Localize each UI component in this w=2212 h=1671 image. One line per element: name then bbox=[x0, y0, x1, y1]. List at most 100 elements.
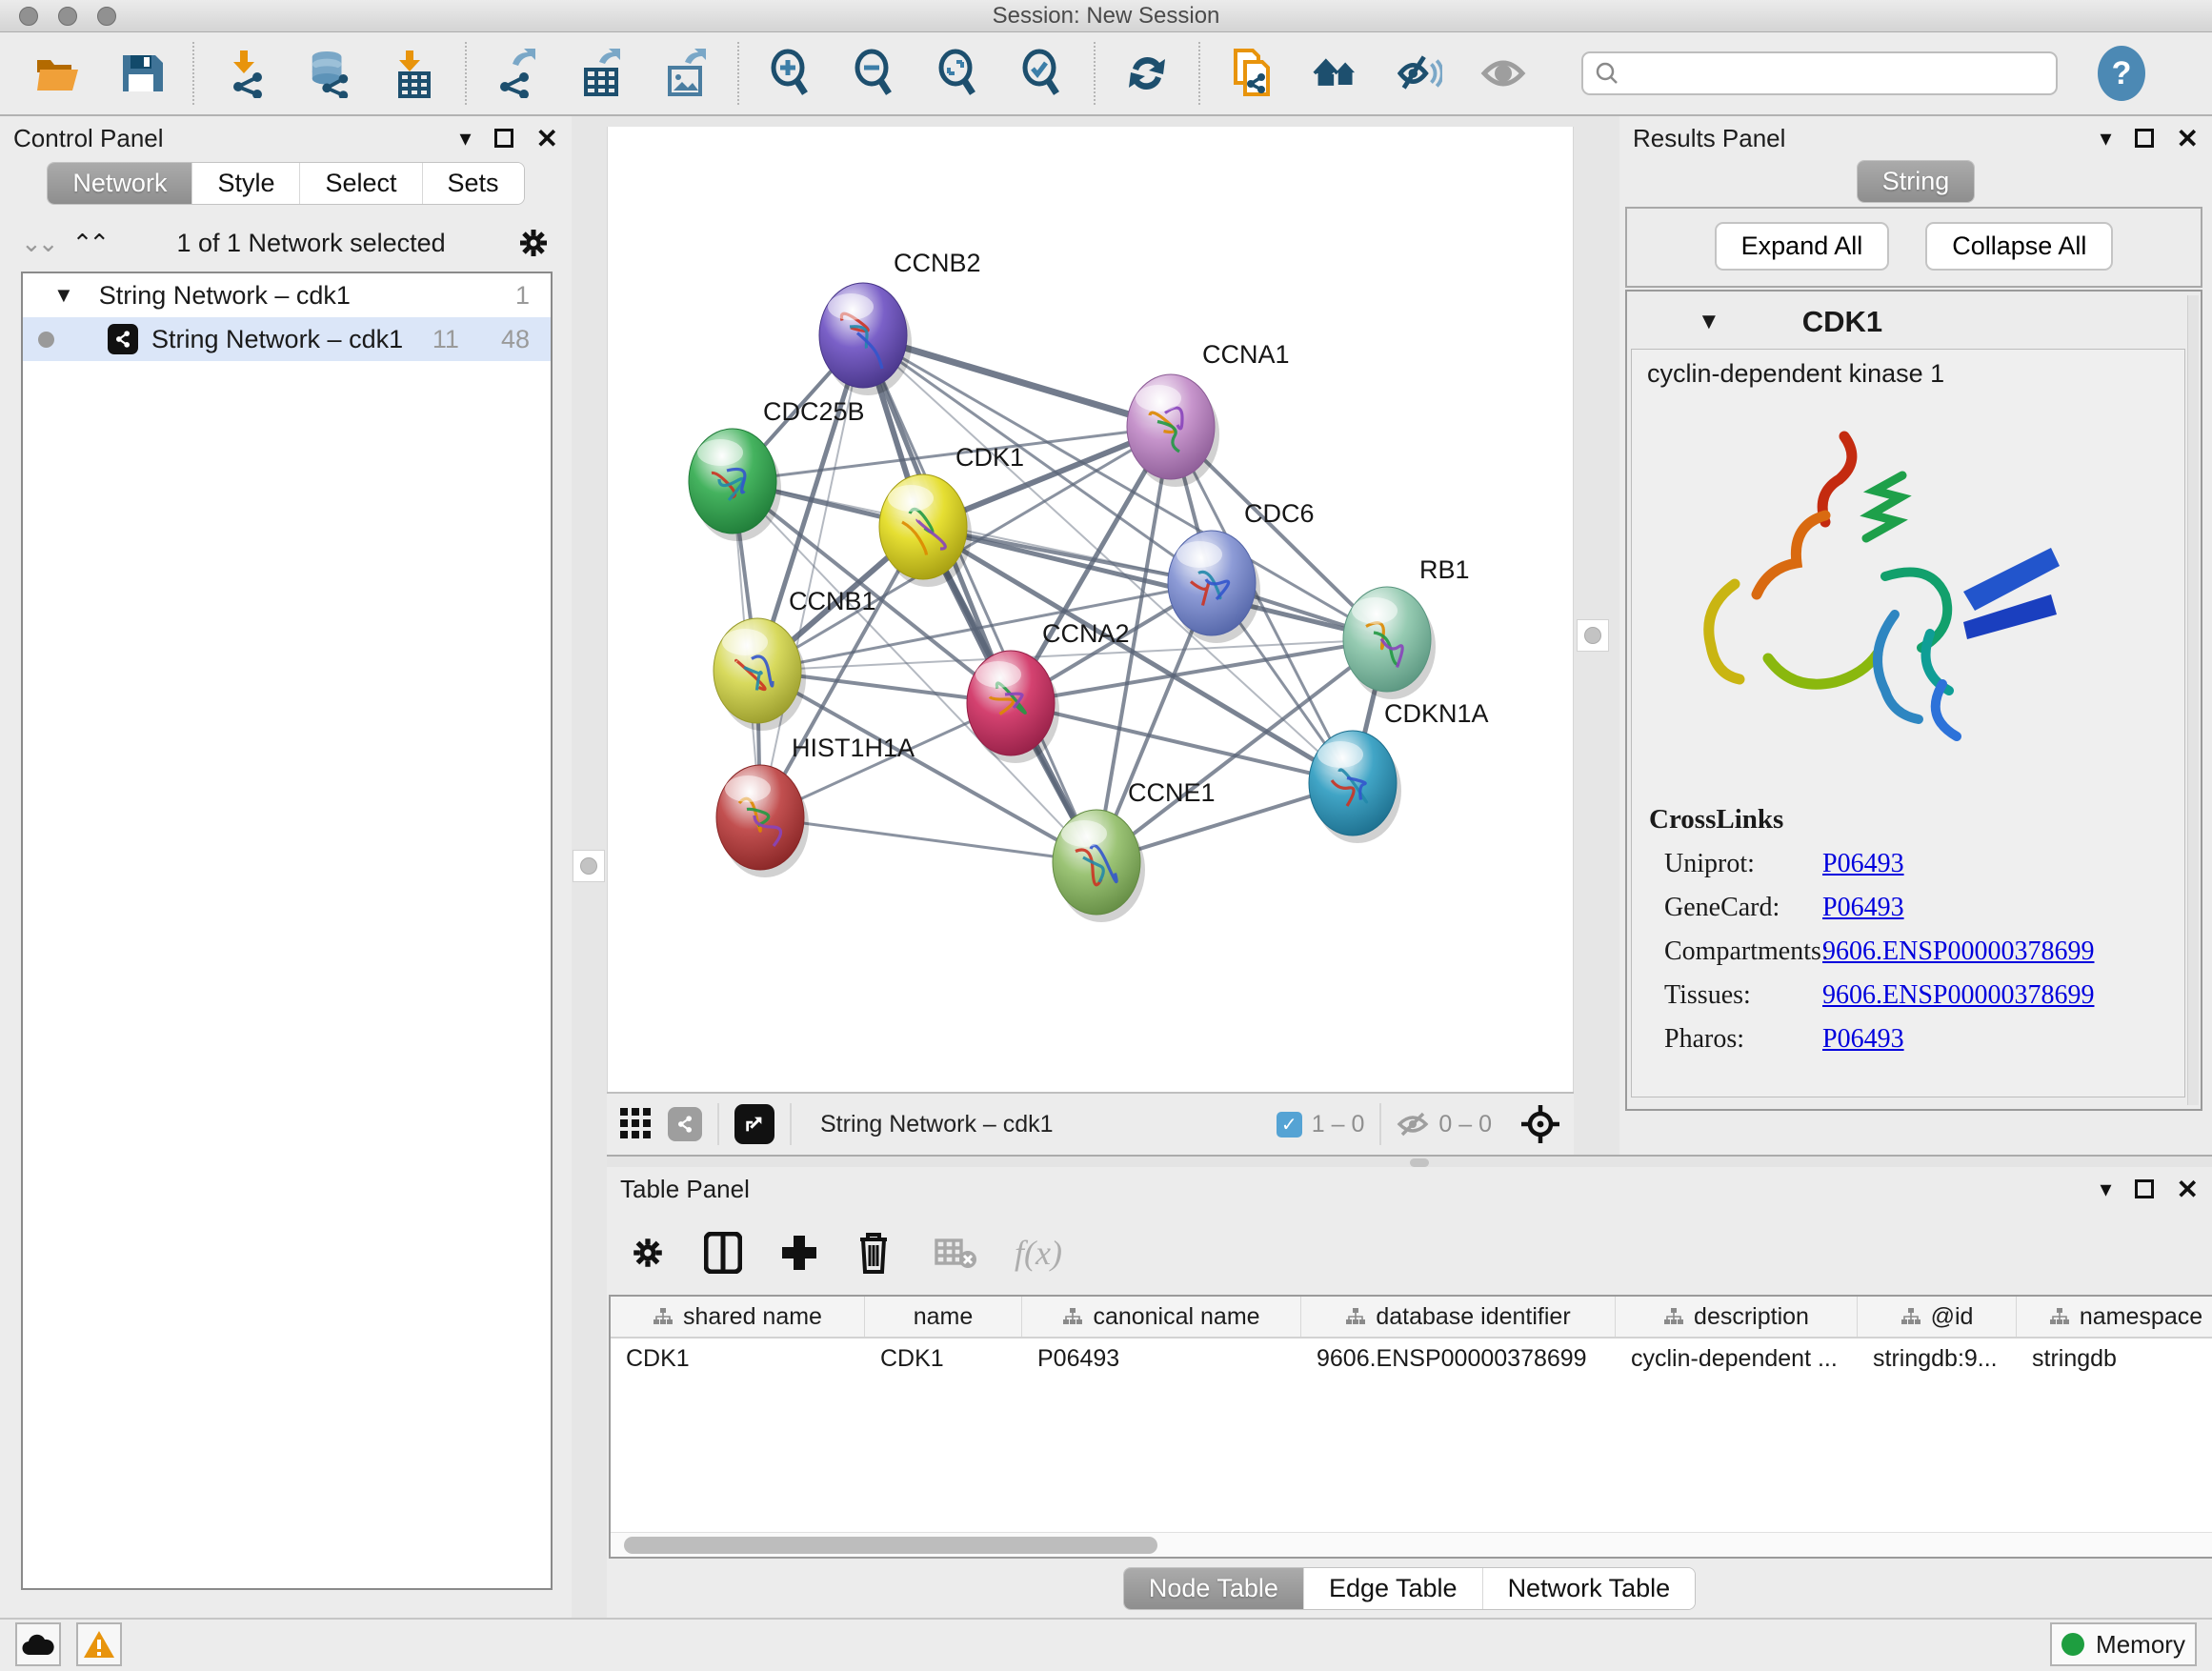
column-header-database-identifier[interactable]: database identifier bbox=[1301, 1297, 1616, 1337]
protein-section-header[interactable]: ▼ CDK1 bbox=[1631, 295, 2185, 349]
zoom-in-icon[interactable] bbox=[768, 50, 814, 96]
table-cell[interactable]: CDK1 bbox=[611, 1345, 865, 1373]
tab-edge-table[interactable]: Edge Table bbox=[1303, 1568, 1482, 1609]
open-session-icon[interactable] bbox=[34, 50, 80, 96]
table-options-gear-icon[interactable] bbox=[630, 1235, 666, 1271]
network-node-ccna1[interactable] bbox=[1127, 374, 1219, 487]
network-node-cdk1[interactable] bbox=[879, 474, 972, 587]
network-node-ccne1[interactable] bbox=[1053, 810, 1145, 922]
right-splitter-handle[interactable] bbox=[1577, 619, 1609, 652]
expand-all-button[interactable]: Expand All bbox=[1715, 222, 1890, 271]
add-column-icon[interactable] bbox=[780, 1234, 818, 1272]
network-options-gear-icon[interactable] bbox=[516, 226, 551, 260]
crosslink-link[interactable]: 9606.ENSP00000378699 bbox=[1822, 980, 2094, 1011]
protein-expand-icon[interactable]: ▼ bbox=[1698, 309, 1720, 335]
tab-select[interactable]: Select bbox=[299, 163, 421, 204]
collection-expand-icon[interactable]: ▼ bbox=[53, 283, 74, 308]
cloud-button[interactable] bbox=[15, 1622, 61, 1666]
table-horizontal-scrollbar[interactable] bbox=[611, 1532, 2212, 1557]
collapse-all-button[interactable]: Collapse All bbox=[1925, 222, 2113, 271]
save-session-icon[interactable] bbox=[118, 50, 164, 96]
column-header-canonical-name[interactable]: canonical name bbox=[1022, 1297, 1301, 1337]
warning-button[interactable] bbox=[76, 1622, 122, 1666]
control-panel-close-icon[interactable]: ✕ bbox=[536, 123, 558, 154]
left-splitter-handle[interactable] bbox=[573, 850, 605, 882]
network-edge[interactable] bbox=[1011, 703, 1353, 783]
tab-node-table[interactable]: Node Table bbox=[1124, 1568, 1303, 1609]
column-header-name[interactable]: name bbox=[865, 1297, 1022, 1337]
crosslink-link[interactable]: P06493 bbox=[1822, 1024, 1904, 1055]
crosslink-link[interactable]: P06493 bbox=[1822, 893, 1904, 923]
search-box[interactable] bbox=[1581, 51, 2058, 95]
results-panel-collapse-icon[interactable]: ▾ bbox=[2100, 125, 2111, 152]
network-canvas[interactable]: CCNB2CCNA1CDC25BCDK1CDC6RB1CCNB1CCNA2CDK… bbox=[607, 127, 1574, 1092]
zoom-fit-icon[interactable] bbox=[935, 50, 981, 96]
birds-eye-view-icon[interactable] bbox=[620, 1108, 653, 1140]
help-button[interactable]: ? bbox=[2098, 46, 2145, 101]
column-header--id[interactable]: @id bbox=[1858, 1297, 2017, 1337]
collapse-all-networks-icon[interactable]: ⌃⌃ bbox=[72, 229, 107, 258]
import-network-file-icon[interactable] bbox=[223, 50, 269, 96]
results-panel-float-icon[interactable] bbox=[2135, 129, 2154, 148]
zoom-selected-icon[interactable] bbox=[1019, 50, 1065, 96]
apply-layout-icon[interactable] bbox=[1124, 50, 1170, 96]
table-row[interactable]: CDK1CDK1P064939606.ENSP00000378699cyclin… bbox=[611, 1339, 2212, 1379]
network-node-cdkn1a[interactable] bbox=[1309, 731, 1401, 843]
table-panel-close-icon[interactable]: ✕ bbox=[2177, 1174, 2199, 1205]
network-node-rb1[interactable] bbox=[1343, 587, 1436, 699]
show-columns-icon[interactable] bbox=[704, 1232, 742, 1274]
table-cell[interactable]: stringdb:9... bbox=[1858, 1345, 2017, 1373]
table-panel-collapse-icon[interactable]: ▾ bbox=[2100, 1176, 2111, 1203]
table-cell[interactable]: 9606.ENSP00000378699 bbox=[1301, 1345, 1616, 1373]
open-in-browser-icon[interactable] bbox=[734, 1104, 774, 1144]
expand-all-networks-icon[interactable]: ⌄⌄ bbox=[21, 229, 55, 258]
network-collection-row[interactable]: ▼ String Network – cdk1 1 bbox=[23, 273, 551, 317]
hide-selected-icon[interactable] bbox=[1397, 50, 1442, 96]
tab-sets[interactable]: Sets bbox=[422, 163, 524, 204]
network-edge[interactable] bbox=[863, 335, 1096, 862]
crosslink-link[interactable]: P06493 bbox=[1822, 849, 1904, 879]
home-icon[interactable] bbox=[1313, 50, 1358, 96]
network-node-ccnb1[interactable] bbox=[714, 618, 806, 731]
clone-network-icon[interactable] bbox=[1229, 50, 1275, 96]
results-vertical-scrollbar[interactable] bbox=[2187, 295, 2199, 1105]
import-network-database-icon[interactable] bbox=[307, 50, 352, 96]
memory-button[interactable]: Memory bbox=[2050, 1622, 2197, 1666]
column-header-shared-name[interactable]: shared name bbox=[611, 1297, 865, 1337]
network-node-cdc25b[interactable] bbox=[689, 429, 781, 541]
table-cell[interactable]: P06493 bbox=[1022, 1345, 1301, 1373]
network-node-hist1h1a[interactable] bbox=[716, 765, 809, 877]
column-header-description[interactable]: description bbox=[1616, 1297, 1858, 1337]
network-edge[interactable] bbox=[760, 817, 1096, 862]
tab-string[interactable]: String bbox=[1858, 161, 1975, 202]
tab-network[interactable]: Network bbox=[48, 163, 191, 204]
column-header-namespace[interactable]: namespace bbox=[2017, 1297, 2212, 1337]
tab-network-table[interactable]: Network Table bbox=[1482, 1568, 1696, 1609]
network-row-selected[interactable]: String Network – cdk1 11 48 bbox=[23, 317, 551, 361]
tab-style[interactable]: Style bbox=[191, 163, 299, 204]
fit-content-crosshair-icon[interactable] bbox=[1520, 1104, 1560, 1144]
table-panel-splitter[interactable] bbox=[607, 1155, 2212, 1167]
left-splitter[interactable] bbox=[572, 116, 607, 1618]
search-input[interactable] bbox=[1627, 60, 2044, 87]
zoom-out-icon[interactable] bbox=[852, 50, 897, 96]
export-network-icon[interactable] bbox=[495, 50, 541, 96]
right-splitter[interactable] bbox=[1574, 116, 1619, 1155]
selected-checkbox-icon[interactable]: ✓ bbox=[1277, 1112, 1302, 1137]
delete-column-icon[interactable] bbox=[856, 1232, 891, 1274]
crosslink-link[interactable]: 9606.ENSP00000378699 bbox=[1822, 936, 2094, 967]
node-label: CCNA1 bbox=[1202, 340, 1290, 369]
control-panel-collapse-icon[interactable]: ▾ bbox=[459, 125, 471, 152]
control-panel-float-icon[interactable] bbox=[494, 129, 513, 148]
table-cell[interactable]: stringdb bbox=[2017, 1345, 2212, 1373]
export-table-icon[interactable] bbox=[579, 50, 625, 96]
network-node-ccnb2[interactable] bbox=[819, 283, 912, 395]
results-panel-close-icon[interactable]: ✕ bbox=[2177, 123, 2199, 154]
table-panel-float-icon[interactable] bbox=[2135, 1179, 2154, 1198]
scrollbar-thumb[interactable] bbox=[624, 1537, 1157, 1554]
import-table-file-icon[interactable] bbox=[391, 50, 436, 96]
table-cell[interactable]: cyclin-dependent ... bbox=[1616, 1345, 1858, 1373]
export-image-icon[interactable] bbox=[663, 50, 709, 96]
table-cell[interactable]: CDK1 bbox=[865, 1345, 1022, 1373]
network-node-ccna2[interactable] bbox=[967, 651, 1059, 763]
